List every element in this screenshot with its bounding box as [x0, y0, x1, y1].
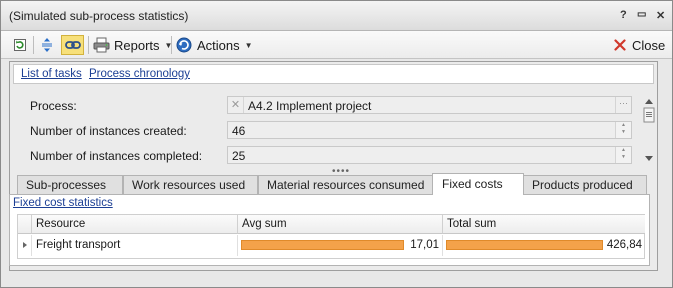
spin-icon[interactable]: ▲ ▼ [615, 122, 631, 138]
form-scrollbar[interactable] [642, 98, 656, 164]
browse-icon[interactable]: ··· [615, 97, 631, 113]
clear-icon[interactable]: ✕ [228, 97, 244, 113]
toolbar: Reports ▼ Actions ▼ Close [1, 31, 672, 59]
process-label: Process: [30, 99, 77, 113]
restore-button[interactable]: ▭ [637, 9, 646, 20]
tab-fixed-costs[interactable]: Fixed costs [432, 173, 524, 195]
link-chain-icon [64, 36, 82, 54]
tab-bar: Sub-processes Work resources used Materi… [9, 173, 650, 195]
refresh-button[interactable] [11, 35, 29, 55]
cell-total-sum: 426,84 [443, 235, 645, 256]
link-button[interactable] [61, 35, 84, 55]
actions-menu[interactable]: Actions ▼ [175, 35, 253, 55]
nav-links: List of tasks Process chronology [13, 64, 654, 84]
close-button[interactable]: Close [611, 35, 665, 55]
cell-avg-sum: 17,01 [238, 235, 443, 256]
reports-label: Reports [114, 37, 160, 53]
column-header-resource[interactable]: Resource [32, 215, 238, 234]
instances-completed-label: Number of instances completed: [30, 149, 203, 163]
printer-icon [92, 36, 110, 54]
title-bar: (Simulated sub-process statistics) ? ▭ ✕ [1, 1, 672, 31]
chevron-down-icon: ▼ [244, 40, 253, 50]
tab-products-produced[interactable]: Products produced [523, 175, 647, 195]
actions-globe-icon [175, 36, 193, 54]
fixed-costs-table: Resource Avg sum Total sum Freight trans… [17, 214, 645, 259]
row-pointer-icon [23, 242, 27, 248]
total-sum-value: 426,84 [606, 239, 642, 251]
expand-button[interactable] [38, 35, 56, 55]
close-label: Close [632, 37, 666, 53]
fixed-cost-statistics-link[interactable]: Fixed cost statistics [13, 197, 113, 209]
tab-material-resources-consumed[interactable]: Material resources consumed [258, 175, 433, 195]
instances-created-field[interactable]: 46 ▲ ▼ [227, 121, 632, 139]
link-list-of-tasks[interactable]: List of tasks [21, 68, 82, 80]
row-indicator [18, 235, 32, 256]
close-window-button[interactable]: ✕ [656, 9, 665, 22]
close-icon [611, 36, 629, 54]
stats-window: (Simulated sub-process statistics) ? ▭ ✕ [0, 0, 673, 288]
total-sum-bar [446, 240, 603, 250]
instances-completed-field[interactable]: 25 ▲ ▼ [227, 146, 632, 164]
tab-work-resources-used[interactable]: Work resources used [123, 175, 258, 195]
expand-vertical-icon [38, 36, 56, 54]
help-button[interactable]: ? [620, 9, 627, 21]
column-header-avg-sum[interactable]: Avg sum [238, 215, 443, 234]
tab-sub-processes[interactable]: Sub-processes [17, 175, 123, 195]
instances-created-value: 46 [232, 124, 246, 138]
row-indicator-header [18, 215, 32, 234]
column-header-total-sum[interactable]: Total sum [443, 215, 645, 234]
window-title: (Simulated sub-process statistics) [9, 9, 189, 23]
instances-completed-value: 25 [232, 149, 246, 163]
instances-created-label: Number of instances created: [30, 124, 187, 138]
avg-sum-value: 17,01 [410, 239, 439, 251]
reports-menu[interactable]: Reports ▼ [92, 35, 172, 55]
actions-label: Actions [197, 37, 240, 53]
process-field[interactable]: ✕ A4.2 Implement project ··· [227, 96, 632, 114]
spin-icon[interactable]: ▲ ▼ [615, 147, 631, 163]
refresh-icon [11, 36, 29, 54]
avg-sum-bar [241, 240, 404, 250]
link-process-chronology[interactable]: Process chronology [89, 68, 190, 80]
cell-resource: Freight transport [32, 235, 238, 256]
process-value: A4.2 Implement project [248, 99, 372, 113]
